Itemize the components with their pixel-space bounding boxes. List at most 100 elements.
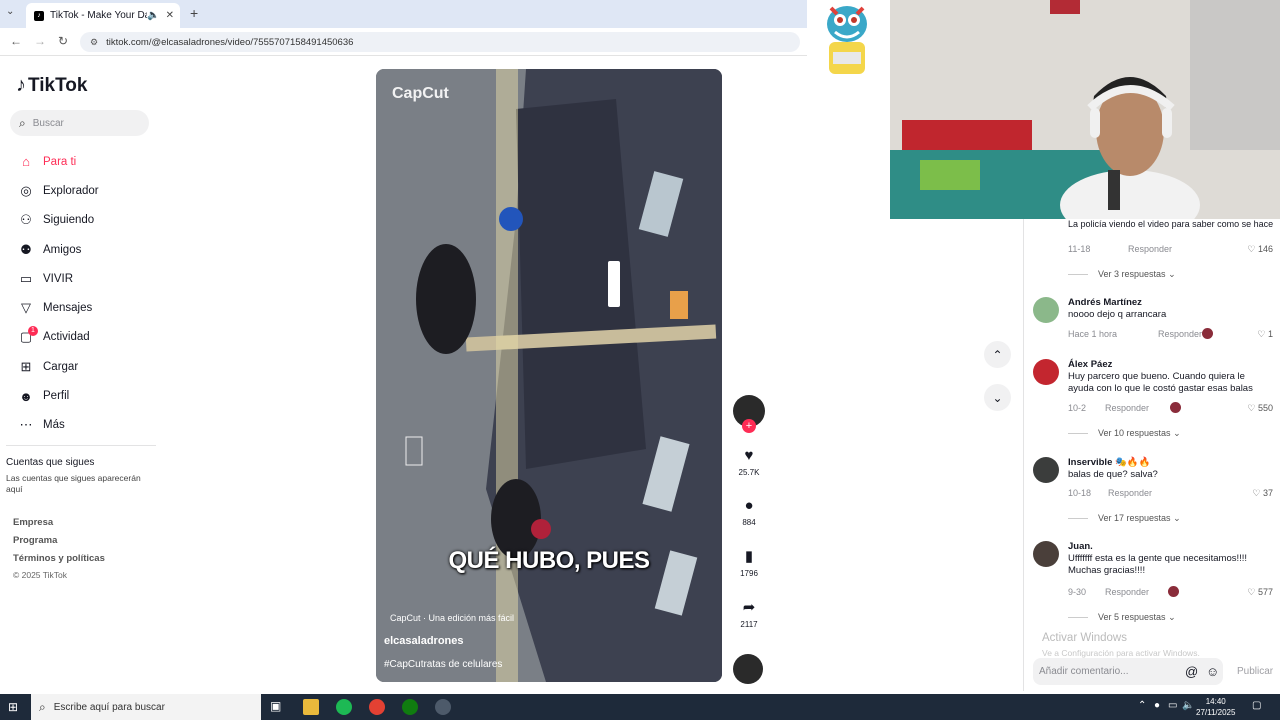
system-clock[interactable]: 14:40 27/11/2025 (1196, 696, 1235, 718)
video-player[interactable]: CapCut QUÉ HUBO, PUES CapCut · Una edici… (376, 69, 722, 682)
speaker-icon[interactable]: 🔈 (147, 10, 159, 21)
comment-like-button[interactable]: ♡ 37 (1252, 488, 1273, 499)
footer-link[interactable]: Términos y políticas (13, 553, 105, 571)
commenter-avatar[interactable] (1033, 541, 1059, 567)
reply-button[interactable]: Responder (1158, 329, 1202, 339)
volume-icon[interactable]: 🔈 (1182, 700, 1194, 711)
like-button[interactable]: ♥ 25.7K (733, 447, 765, 477)
search-icon: ⌕ (39, 699, 46, 714)
sidebar-item-amigos[interactable]: ⚉ Amigos (16, 235, 99, 264)
view-replies-button[interactable]: Ver 17 respuestas ⌄ (1068, 513, 1181, 524)
creator-avatar[interactable]: + (733, 395, 765, 433)
publish-button[interactable]: Publicar (1237, 666, 1273, 677)
mention-icon[interactable]: @ (1185, 664, 1198, 679)
reply-button[interactable]: Responder (1128, 244, 1172, 254)
copyright: © 2025 TikTok (13, 570, 67, 580)
sidebar-item-actividad[interactable]: ▢ 1 Actividad (16, 323, 99, 352)
view-replies-button[interactable]: Ver 5 respuestas ⌄ (1068, 612, 1176, 623)
next-video-button[interactable]: ⌄ (984, 384, 1011, 411)
follow-plus-icon[interactable]: + (742, 419, 756, 433)
user-follow-icon: ⚇ (20, 212, 32, 228)
address-bar: ← → ↻ ⚙ tiktok.com/@elcasaladrones/video… (0, 28, 807, 56)
save-button[interactable]: ▮ 1796 (733, 547, 765, 578)
microphone-icon[interactable]: ● (1154, 700, 1160, 711)
sidebar-divider (6, 445, 156, 446)
view-replies-label: Ver 3 respuestas (1098, 269, 1166, 279)
video-username[interactable]: elcasaladrones (384, 635, 464, 647)
taskbar-search[interactable]: ⌕ Escribe aquí para buscar (31, 694, 261, 720)
spotify-icon[interactable] (336, 699, 352, 715)
emoji-icon[interactable]: ☺ (1206, 664, 1219, 679)
notifications-icon[interactable]: ▢ (1252, 700, 1261, 711)
sidebar-item-siguiendo[interactable]: ⚇ Siguiendo (16, 206, 99, 235)
previous-video-button[interactable]: ⌃ (984, 341, 1011, 368)
commenter-name[interactable]: Álex Páez (1068, 359, 1112, 370)
windows-start-icon[interactable]: ⊞ (8, 700, 18, 714)
file-explorer-icon[interactable] (303, 699, 319, 715)
heart-outline-icon: ♡ (1252, 488, 1261, 498)
sidebar-item-label: Explorador (43, 184, 99, 197)
back-icon[interactable]: ← (10, 34, 22, 48)
reload-icon[interactable]: ↻ (58, 34, 68, 48)
commenter-avatar[interactable] (1033, 297, 1059, 323)
comment-like-button[interactable]: ♡ 1 (1257, 329, 1273, 340)
reply-button[interactable]: Responder (1105, 587, 1149, 597)
sidebar-item-mensajes[interactable]: ▽ Mensajes (16, 293, 99, 322)
commenter-name[interactable]: Juan. (1068, 541, 1093, 552)
view-replies-button[interactable]: Ver 10 respuestas ⌄ (1068, 428, 1181, 439)
view-replies-label: Ver 10 respuestas (1098, 428, 1171, 438)
url-field[interactable]: ⚙ tiktok.com/@elcasaladrones/video/75557… (80, 32, 800, 52)
tiktok-logo[interactable]: ♪ TikTok (16, 74, 87, 97)
heart-outline-icon: ♡ (1247, 403, 1256, 413)
tray-chevron-icon[interactable]: ⌃ (1138, 700, 1146, 711)
sidebar-item-explorador[interactable]: ◎ Explorador (16, 176, 99, 205)
chevron-down-icon: ⌄ (1173, 513, 1181, 523)
heart-outline-icon: ♡ (1247, 587, 1256, 597)
comment-input[interactable]: Añadir comentario... @ ☺ (1033, 658, 1223, 685)
share-button[interactable]: ➦ 2117 (733, 598, 765, 629)
task-view-icon[interactable]: ▣ (270, 699, 286, 715)
footer-link[interactable]: Programa (13, 535, 105, 553)
comment-text: Ufffffff esta es la gente que necesitamo… (1068, 553, 1248, 576)
music-disc[interactable] (733, 654, 763, 684)
sidebar-item-vivir[interactable]: ▭ VIVIR (16, 264, 99, 293)
notification-badge: 1 (28, 325, 38, 336)
comment-meta: 10-2 Responder ♡ 550 (1068, 402, 1278, 414)
commenter-name[interactable]: Inservible 🎭🔥🔥 (1068, 457, 1150, 468)
sidebar-item-para-ti[interactable]: ⌂ Para ti (16, 147, 99, 176)
comment-like-button[interactable]: ♡ 550 (1247, 403, 1273, 414)
comment-count: 884 (742, 518, 756, 527)
taskbar-search-placeholder: Escribe aquí para buscar (53, 701, 165, 713)
network-icon[interactable]: ▭ (1168, 700, 1177, 711)
view-replies-label: Ver 17 respuestas (1098, 513, 1171, 523)
sidebar-item-cargar[interactable]: ⊞ Cargar (16, 352, 99, 381)
xbox-icon[interactable] (402, 699, 418, 715)
sidebar-item-mas[interactable]: ⋯ Más (16, 411, 99, 440)
forward-icon[interactable]: → (34, 34, 46, 48)
new-tab-icon[interactable]: + (190, 5, 198, 21)
sidebar-item-label: Cargar (43, 360, 79, 373)
comment-like-button[interactable]: ♡ 146 (1247, 244, 1273, 255)
chrome-icon[interactable] (369, 699, 385, 715)
view-replies-button[interactable]: Ver 3 respuestas ⌄ (1068, 269, 1176, 280)
commenter-avatar[interactable] (1033, 359, 1059, 385)
app-icon[interactable] (435, 699, 451, 715)
comment-like-count: 577 (1257, 587, 1273, 597)
search-input[interactable]: ⌕ Buscar (10, 110, 149, 136)
browser-tab[interactable]: ♪ TikTok - Make Your Day 🔈 ✕ (26, 3, 180, 28)
comment-button[interactable]: ● 884 (733, 497, 765, 527)
comment-like-button[interactable]: ♡ 577 (1247, 587, 1273, 598)
commenter-name[interactable]: Andrés Martínez (1068, 297, 1142, 308)
capcut-tag[interactable]: CapCut · Una edición más fácil (390, 613, 514, 623)
reply-button[interactable]: Responder (1105, 403, 1149, 413)
following-description: Las cuentas que sigues aparecerán aquí (6, 473, 141, 494)
comment-date: Hace 1 hora (1068, 329, 1118, 339)
close-tab-icon[interactable]: ✕ (166, 10, 174, 21)
sidebar-item-perfil[interactable]: ☻ Perfil (16, 381, 99, 410)
tab-menu-icon[interactable]: ⌄ (6, 6, 14, 17)
commenter-avatar[interactable] (1033, 457, 1059, 483)
like-count: 25.7K (738, 468, 760, 477)
reply-button[interactable]: Responder (1108, 488, 1152, 498)
site-info-icon[interactable]: ⚙ (90, 37, 98, 48)
footer-link[interactable]: Empresa (13, 517, 105, 535)
